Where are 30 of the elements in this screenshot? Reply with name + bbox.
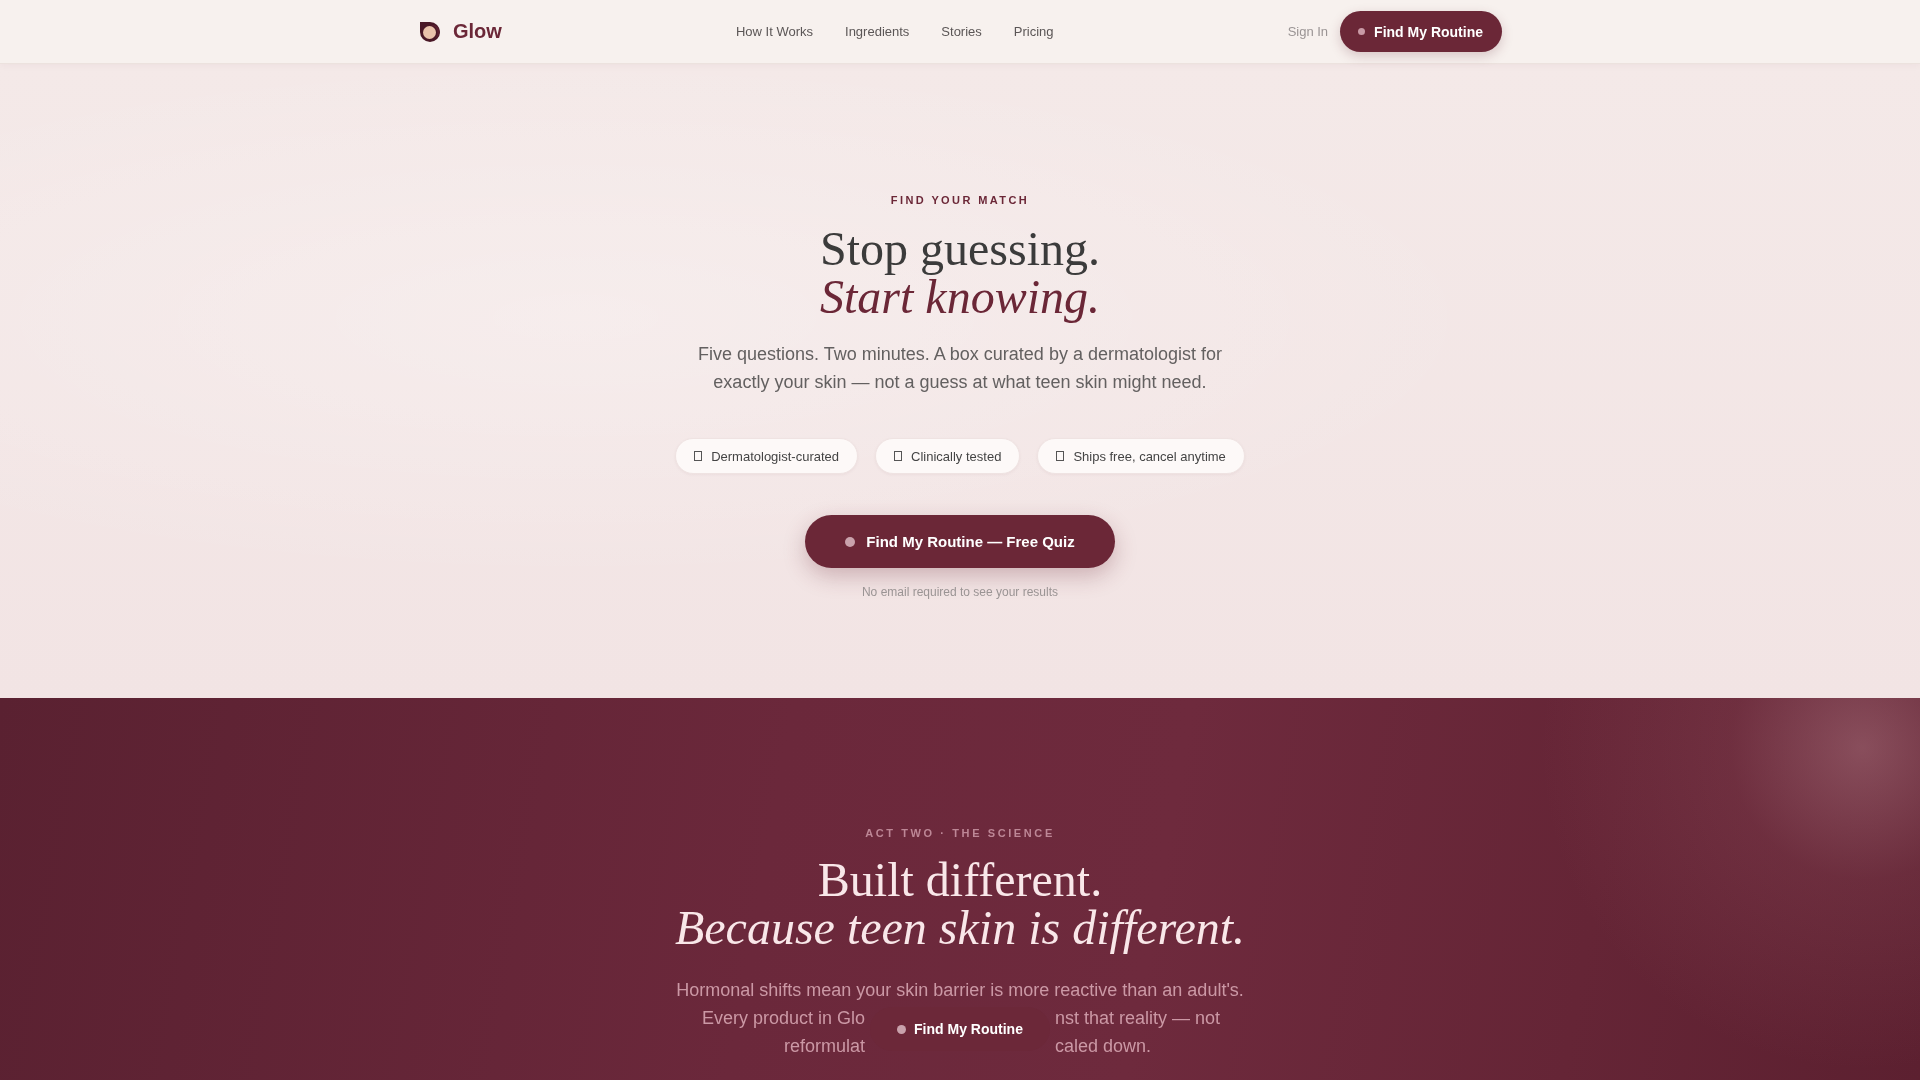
- paragraph-text: Hormonal shifts mean your skin barrier is more reactive than an adult's.: [676, 979, 1244, 1002]
- section-heading: Built different.: [817, 856, 1103, 904]
- hero-heading: Stop guessing.: [820, 225, 1100, 273]
- find-routine-button[interactable]: Find My Routine: [1340, 11, 1502, 52]
- nav-link[interactable]: Stories: [941, 24, 982, 39]
- badge-label: Clinically tested: [911, 448, 1002, 464]
- paragraph-text: nst that reality — not: [1055, 1007, 1221, 1030]
- paragraph-text: Every product in Glo: [701, 1007, 865, 1030]
- square-icon: [894, 451, 903, 461]
- brand-name: Glow: [453, 20, 502, 43]
- quiz-button[interactable]: Find My Routine — Free Quiz: [805, 515, 1115, 568]
- logo-icon: [418, 19, 442, 44]
- dot-icon: [845, 536, 856, 547]
- badge-label: Dermatologist-curated: [711, 448, 840, 464]
- nav-link[interactable]: How It Works: [735, 24, 813, 39]
- floating-routine-button[interactable]: Find My Routine: [870, 1007, 1050, 1051]
- square-icon: [694, 451, 703, 461]
- hero-description: Five questions. Two minutes. A box curated by a dermatologist for exactly your skin — not a guess at what teen skin might need.: [697, 343, 1223, 394]
- eyebrow-text: ACT TWO · THE SCIENCE: [865, 826, 1055, 841]
- nav-link[interactable]: Ingredients: [845, 24, 910, 39]
- section-heading-italic: Because teen skin is different.: [674, 904, 1245, 952]
- paragraph-text: caled down.: [1055, 1035, 1152, 1058]
- note-text: No email required to see your results: [861, 584, 1059, 600]
- dot-icon: [897, 1024, 907, 1034]
- eyebrow-text: FIND YOUR MATCH: [890, 193, 1030, 208]
- paragraph-text: reformulat: [783, 1035, 865, 1058]
- badge-label: Ships free, cancel anytime: [1073, 448, 1226, 464]
- square-icon: [1056, 451, 1065, 461]
- nav-link[interactable]: Pricing: [1013, 24, 1054, 39]
- dot-icon: [1358, 28, 1366, 35]
